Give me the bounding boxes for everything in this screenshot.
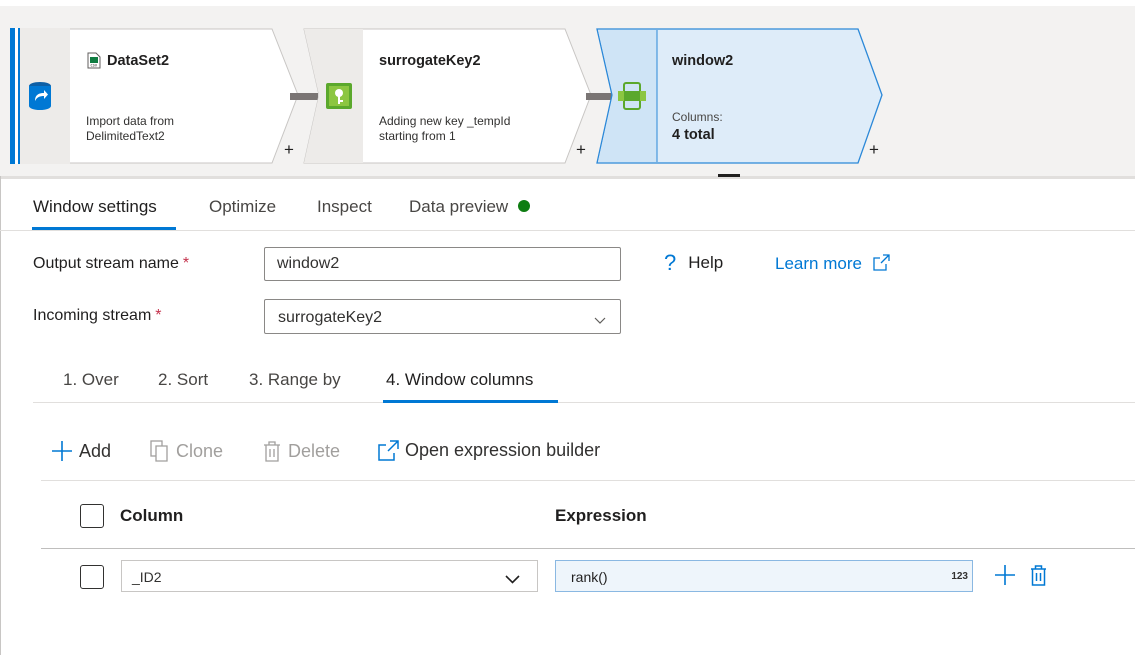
open-expression-builder-button[interactable]: Open expression builder [378, 440, 600, 461]
node-title: window2 [672, 53, 734, 69]
node-title: surrogateKey2 [379, 53, 481, 69]
active-subtab-indicator [383, 400, 558, 403]
incoming-stream-label: Incoming stream * [33, 307, 162, 325]
csv-file-icon: csv [87, 52, 101, 74]
clone-icon [150, 440, 170, 462]
add-transform-button[interactable]: + [869, 141, 879, 158]
node-window2[interactable]: window2 Columns: 4 total + [596, 28, 896, 164]
tab-data-preview-label: Data preview [409, 197, 509, 216]
column-name-dropdown[interactable]: _ID2 [121, 560, 538, 592]
delete-row-button[interactable] [1029, 564, 1048, 591]
incoming-stream-dropdown[interactable]: surrogateKey2 [264, 299, 621, 334]
incoming-stream-value: surrogateKey2 [278, 309, 383, 326]
window-icon [596, 28, 668, 164]
learn-more-link[interactable]: Learn more [775, 254, 890, 276]
subtab-range-by[interactable]: 3. Range by [249, 370, 341, 390]
window-subtabs: 1. Over 2. Sort 3. Range by 4. Window co… [33, 360, 1135, 403]
panel-left-border [0, 176, 1, 655]
plus-icon [994, 565, 1016, 590]
node-description: Adding new key _tempId starting from 1 [379, 114, 511, 143]
expression-input[interactable]: rank() 123 [555, 560, 973, 592]
grid-header-border [41, 548, 1135, 549]
subtab-over[interactable]: 1. Over [63, 370, 119, 390]
type-badge: 123 [951, 571, 968, 582]
grid-top-border [41, 480, 1135, 481]
row-checkbox[interactable] [80, 565, 104, 589]
add-column-button[interactable]: Add [51, 440, 111, 462]
add-label: Add [79, 440, 112, 461]
svg-text:csv: csv [91, 63, 98, 68]
trash-icon [262, 440, 282, 462]
tab-data-preview[interactable]: Data preview [409, 197, 531, 217]
plus-icon [51, 440, 73, 462]
clone-button[interactable]: Clone [150, 440, 223, 462]
add-transform-button[interactable]: + [284, 141, 294, 158]
add-transform-button[interactable]: + [576, 141, 586, 158]
chevron-down-icon [594, 312, 606, 330]
incoming-stream-label-text: Incoming stream [33, 307, 152, 324]
status-ready-indicator [518, 200, 531, 212]
select-all-checkbox[interactable] [80, 504, 104, 528]
tab-optimize[interactable]: Optimize [209, 197, 276, 217]
output-stream-label: Output stream name * [33, 255, 189, 273]
output-stream-name-input[interactable] [264, 247, 621, 281]
surrogate-key-icon [303, 28, 375, 164]
help-label: Help [688, 253, 724, 272]
add-row-button[interactable] [994, 564, 1016, 591]
required-mark: * [155, 307, 162, 324]
delete-button[interactable]: Delete [262, 440, 340, 462]
settings-tabs: Window settings Optimize Inspect Data pr… [0, 179, 1135, 231]
external-link-icon [378, 440, 399, 461]
subtab-window-columns[interactable]: 4. Window columns [386, 370, 533, 390]
chevron-down-icon [505, 571, 520, 589]
expression-value: rank() [571, 569, 608, 585]
help-button[interactable]: ? Help [664, 250, 723, 276]
open-expression-builder-label: Open expression builder [405, 440, 601, 460]
subtab-sort[interactable]: 2. Sort [158, 370, 208, 390]
column-header: Column [120, 506, 184, 525]
clone-label: Clone [176, 440, 224, 461]
active-tab-indicator [32, 227, 176, 230]
trash-icon [1029, 565, 1048, 590]
column-name-value: _ID2 [132, 569, 162, 585]
panel-resize-handle[interactable] [718, 174, 740, 177]
node-dataset2[interactable]: csv DataSet2 Import data from DelimitedT… [10, 28, 300, 164]
learn-more-label: Learn more [775, 254, 862, 273]
delete-label: Delete [288, 440, 341, 461]
node-description: Import data from DelimitedText2 [86, 114, 175, 143]
node-title: DataSet2 [107, 53, 170, 69]
help-icon: ? [664, 250, 677, 275]
database-source-icon [10, 28, 70, 164]
node-columns-count: 4 total [672, 127, 715, 143]
external-link-icon [873, 254, 890, 276]
expression-header: Expression [555, 506, 647, 525]
tab-window-settings[interactable]: Window settings [33, 197, 157, 217]
output-stream-label-text: Output stream name [33, 255, 179, 272]
required-mark: * [182, 255, 190, 272]
node-columns-label: Columns: [672, 110, 723, 124]
node-surrogatekey2[interactable]: surrogateKey2 Adding new key _tempId sta… [303, 28, 593, 164]
tab-inspect[interactable]: Inspect [317, 197, 372, 217]
